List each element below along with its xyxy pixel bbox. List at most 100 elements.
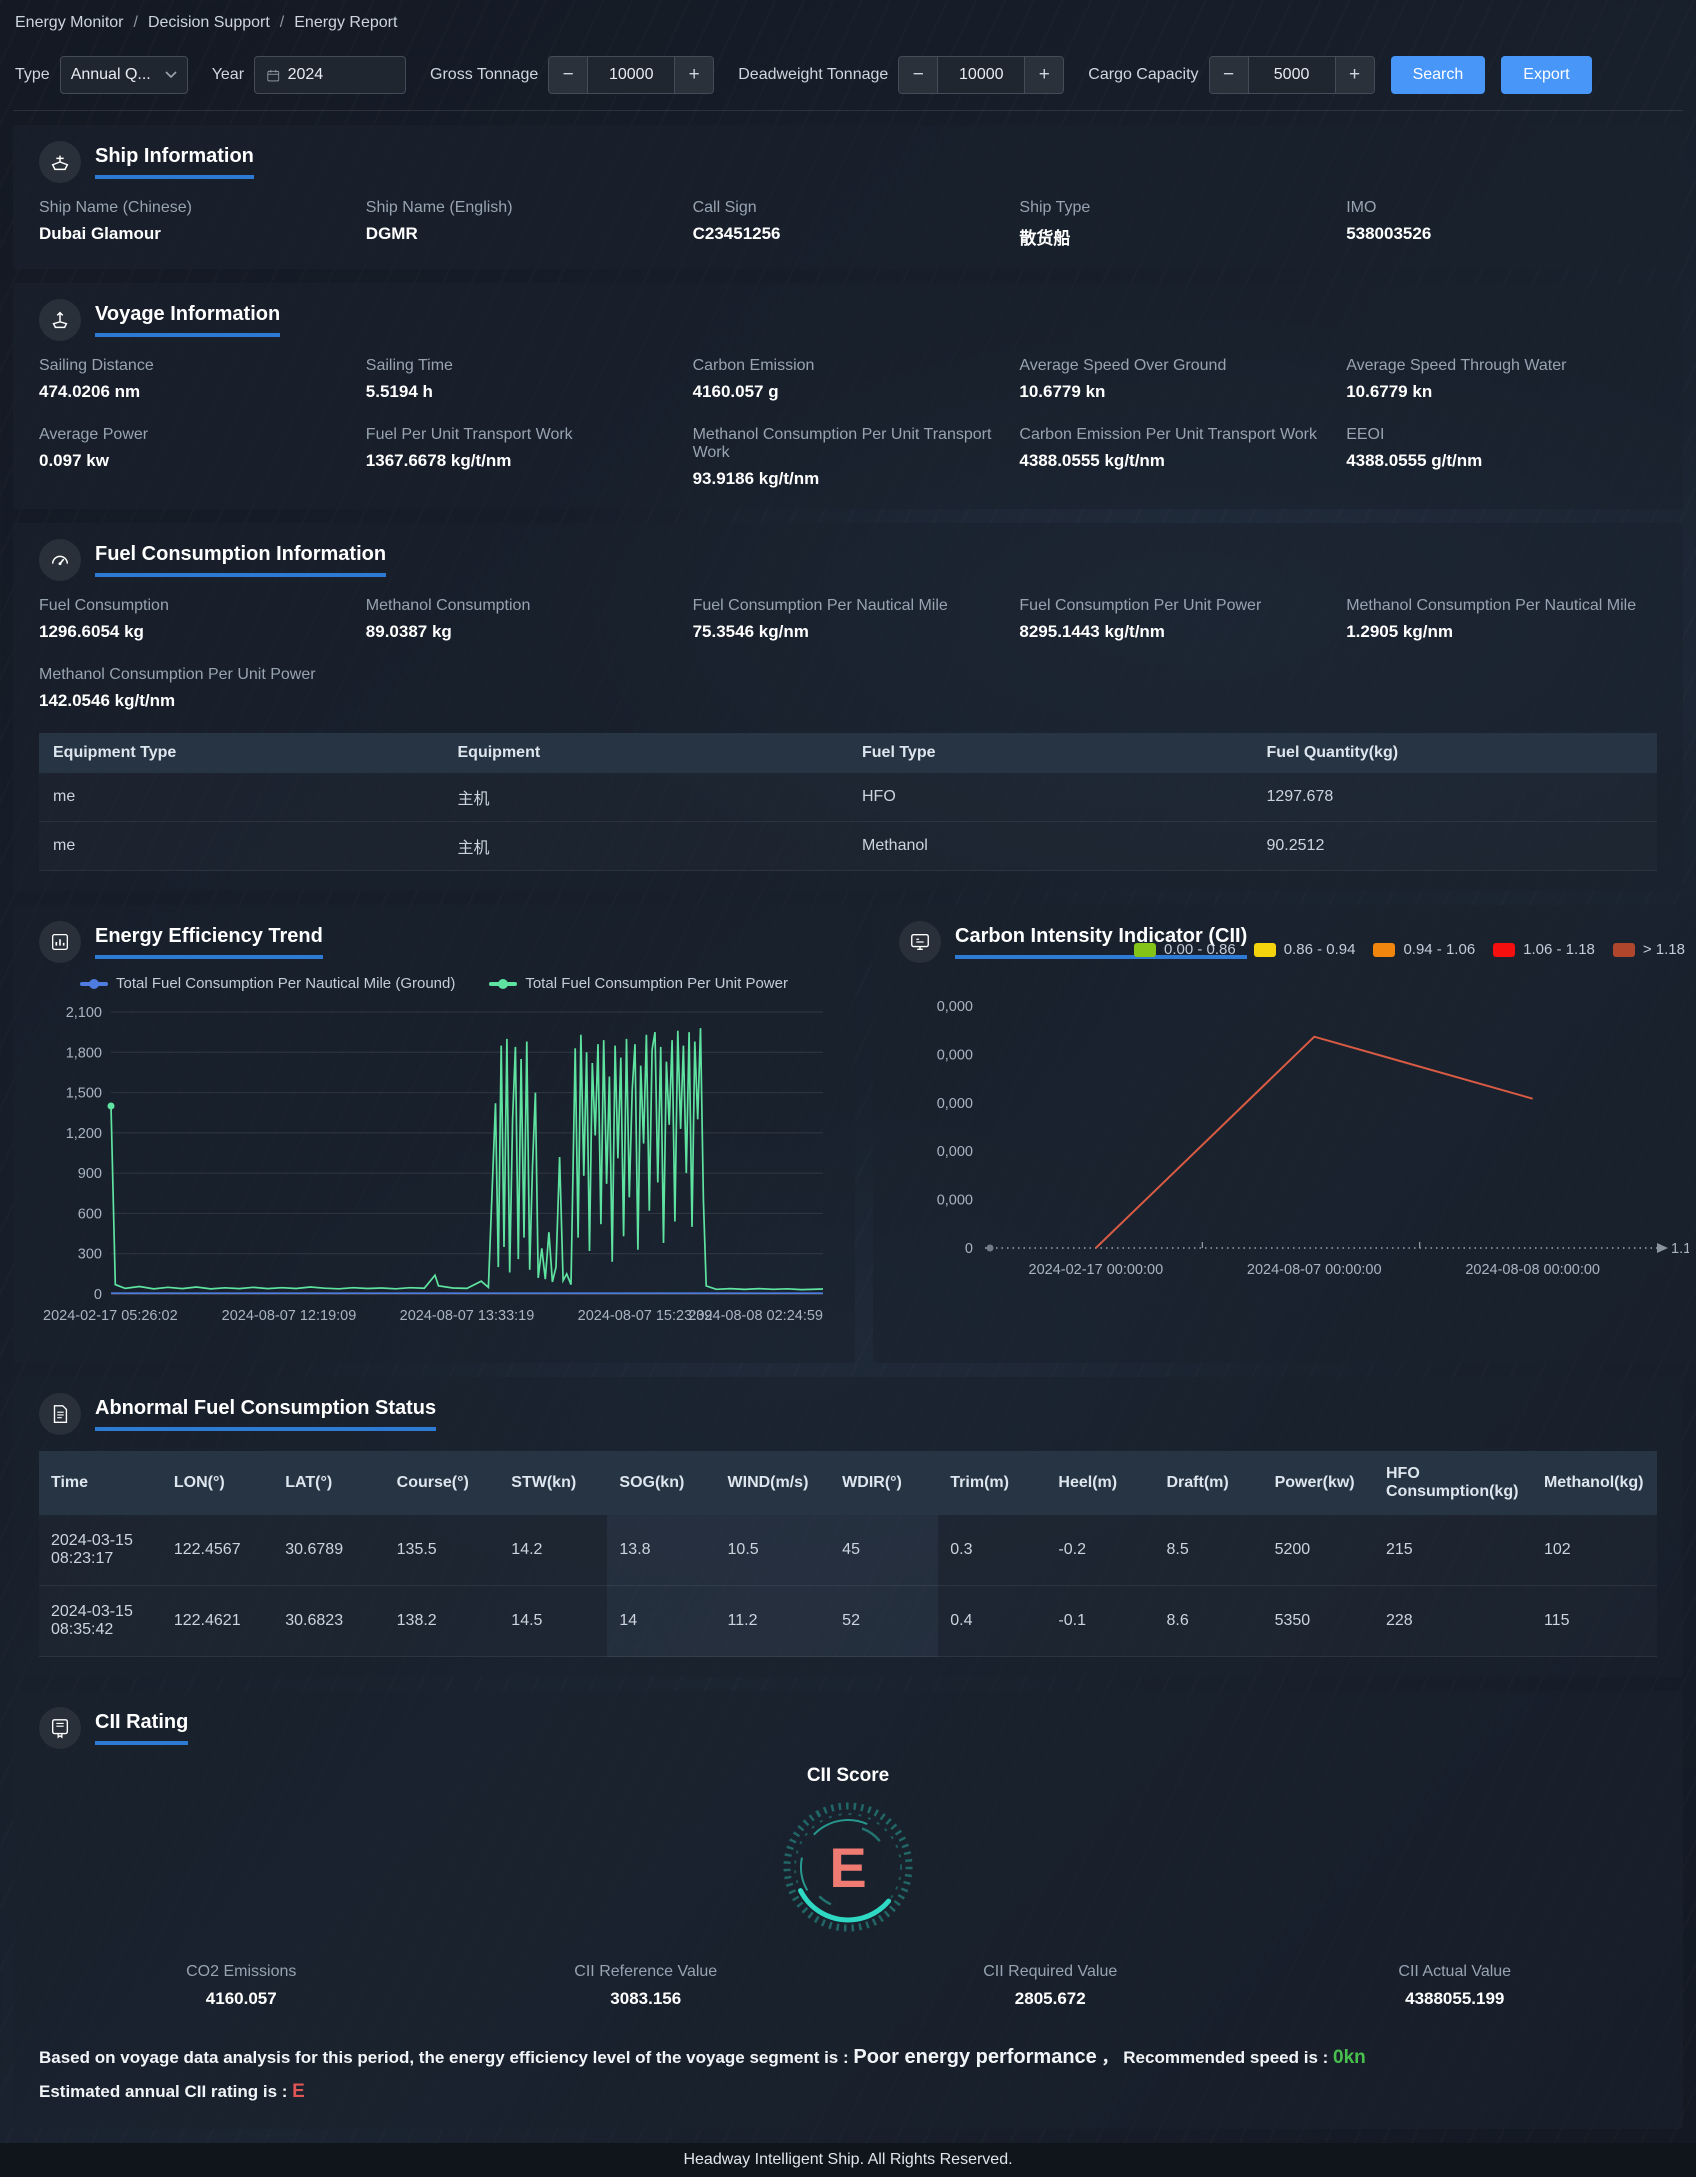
table-row: 2024-03-15 08:23:17 122.4567 30.6789 135… [39, 1515, 1657, 1586]
svg-text:2024-02-17 05:26:02: 2024-02-17 05:26:02 [43, 1308, 178, 1324]
analysis-level: Poor energy performance [853, 2046, 1096, 2068]
legend-swatch [1134, 943, 1156, 957]
legend-item-range-3[interactable]: 0.94 - 1.06 [1373, 941, 1475, 958]
legend-item-fuel-per-nm[interactable]: Total Fuel Consumption Per Nautical Mile… [80, 975, 455, 992]
table-cell: 115 [1532, 1586, 1657, 1657]
breadcrumb-decision-support[interactable]: Decision Support [148, 14, 270, 32]
search-button[interactable]: Search [1391, 56, 1486, 94]
column-header: Trim(m) [938, 1451, 1046, 1515]
table-cell: 14.5 [499, 1586, 607, 1657]
field-label: IMO [1346, 199, 1657, 217]
column-header: Fuel Type [848, 733, 1253, 773]
deadweight-tonnage-minus-button[interactable]: − [899, 57, 937, 93]
section-title-energy-trend: Energy Efficiency Trend [95, 925, 323, 959]
legend-item-range-2[interactable]: 0.86 - 0.94 [1254, 941, 1356, 958]
year-input[interactable] [288, 66, 393, 84]
legend-label: Total Fuel Consumption Per Unit Power [525, 975, 788, 992]
page: Energy Monitor / Decision Support / Ener… [0, 0, 1696, 2129]
table-cell: 122.4621 [162, 1586, 273, 1657]
field-value: 1367.6678 kg/t/nm [366, 451, 677, 471]
stat-label: CII Reference Value [444, 1963, 849, 1981]
svg-text:0,000: 0,000 [937, 1144, 973, 1160]
table-cell: 5200 [1263, 1515, 1374, 1586]
analysis-prefix: Based on voyage data analysis for this p… [39, 2048, 849, 2067]
svg-text:2024-08-07 12:19:09: 2024-08-07 12:19:09 [222, 1308, 357, 1324]
cargo-capacity-input[interactable] [1248, 57, 1336, 93]
stat-value: 3083.156 [444, 1989, 849, 2009]
legend-item-range-5[interactable]: > 1.18 [1613, 941, 1685, 958]
section-title-fuel-consumption: Fuel Consumption Information [95, 543, 386, 577]
table-cell: 90.2512 [1253, 822, 1658, 871]
table-cell: Methanol [848, 822, 1253, 871]
table-cell: HFO [848, 773, 1253, 822]
field-label: EEOI [1346, 426, 1657, 444]
cargo-capacity-plus-button[interactable]: + [1336, 57, 1374, 93]
column-header: STW(kn) [499, 1451, 607, 1515]
field-label: Fuel Consumption Per Unit Power [1019, 597, 1330, 615]
monitor-icon [899, 921, 941, 963]
field-value: 4388.0555 g/t/nm [1346, 451, 1657, 471]
chevron-down-icon [165, 71, 177, 79]
cii-stats-row: CO2 Emissions4160.057 CII Reference Valu… [39, 1963, 1657, 2009]
svg-text:2024-08-07 13:33:19: 2024-08-07 13:33:19 [400, 1308, 535, 1324]
gross-tonnage-label: Gross Tonnage [430, 66, 538, 84]
field-value: 1296.6054 kg [39, 622, 350, 642]
svg-text:600: 600 [78, 1206, 102, 1222]
table-cell: 主机 [444, 773, 849, 822]
field-label: Ship Name (Chinese) [39, 199, 350, 217]
svg-text:1,200: 1,200 [66, 1126, 102, 1142]
field-value: 1.2905 kg/nm [1346, 622, 1657, 642]
table-row: me 主机 Methanol 90.2512 [39, 822, 1657, 871]
field-value: 10.6779 kn [1019, 382, 1330, 402]
breadcrumb-energy-monitor[interactable]: Energy Monitor [15, 14, 124, 32]
abnormal-table-header-row: Time LON(°) LAT(°) Course(°) STW(kn) SOG… [39, 1451, 1657, 1515]
legend-item-fuel-per-power[interactable]: Total Fuel Consumption Per Unit Power [489, 975, 788, 992]
cii-score-gauge: E [778, 1797, 918, 1937]
equipment-table-header-row: Equipment Type Equipment Fuel Type Fuel … [39, 733, 1657, 773]
field-value: Dubai Glamour [39, 224, 350, 244]
field-label: Fuel Consumption [39, 597, 350, 615]
svg-text:0: 0 [965, 1241, 973, 1257]
legend-item-range-4[interactable]: 1.06 - 1.18 [1493, 941, 1595, 958]
gross-tonnage-input[interactable] [587, 57, 675, 93]
table-cell: 0.4 [938, 1586, 1046, 1657]
ship-icon [39, 141, 81, 183]
table-cell: 5350 [1263, 1586, 1374, 1657]
year-input-box[interactable] [254, 56, 406, 94]
type-select[interactable]: Annual Q... [60, 56, 188, 94]
svg-text:2024-02-17 00:00:00: 2024-02-17 00:00:00 [1029, 1262, 1164, 1278]
energy-trend-chart: 03006009001,2001,5001,8002,1002024-02-17… [39, 998, 829, 1338]
field-label: Average Speed Over Ground [1019, 357, 1330, 375]
section-title-voyage-information: Voyage Information [95, 303, 280, 337]
deadweight-tonnage-input[interactable] [937, 57, 1025, 93]
gross-tonnage-minus-button[interactable]: − [549, 57, 587, 93]
table-cell: 10.5 [716, 1515, 831, 1586]
field-label: Ship Type [1019, 199, 1330, 217]
breadcrumb-energy-report[interactable]: Energy Report [294, 14, 397, 32]
field-value: 474.0206 nm [39, 382, 350, 402]
stat-value: 4388055.199 [1253, 1989, 1658, 2009]
type-select-value: Annual Q... [71, 66, 151, 84]
field-value: 5.5194 h [366, 382, 677, 402]
field-value: 89.0387 kg [366, 622, 677, 642]
column-header: Course(°) [385, 1451, 500, 1515]
legend-label: 0.86 - 0.94 [1284, 941, 1356, 958]
gross-tonnage-stepper: − + [548, 56, 714, 94]
legend-item-range-1[interactable]: 0.00 - 0.86 [1134, 941, 1236, 958]
cargo-capacity-minus-button[interactable]: − [1210, 57, 1248, 93]
field-value: 538003526 [1346, 224, 1657, 244]
stat-label: CO2 Emissions [39, 1963, 444, 1981]
export-button[interactable]: Export [1501, 56, 1591, 94]
abnormal-fuel-card: Abnormal Fuel Consumption Status Time LO… [13, 1377, 1683, 1677]
table-cell: 215 [1374, 1515, 1532, 1586]
field-value: C23451256 [693, 224, 1004, 244]
stat-value: 2805.672 [848, 1989, 1253, 2009]
field-label: Fuel Per Unit Transport Work [366, 426, 677, 444]
stat-label: CII Required Value [848, 1963, 1253, 1981]
gross-tonnage-plus-button[interactable]: + [675, 57, 713, 93]
table-row: 2024-03-15 08:35:42 122.4621 30.6823 138… [39, 1586, 1657, 1657]
cii-grade-letter: E [829, 1836, 866, 1899]
svg-text:1,500: 1,500 [66, 1086, 102, 1102]
deadweight-tonnage-label: Deadweight Tonnage [738, 66, 888, 84]
deadweight-tonnage-plus-button[interactable]: + [1025, 57, 1063, 93]
